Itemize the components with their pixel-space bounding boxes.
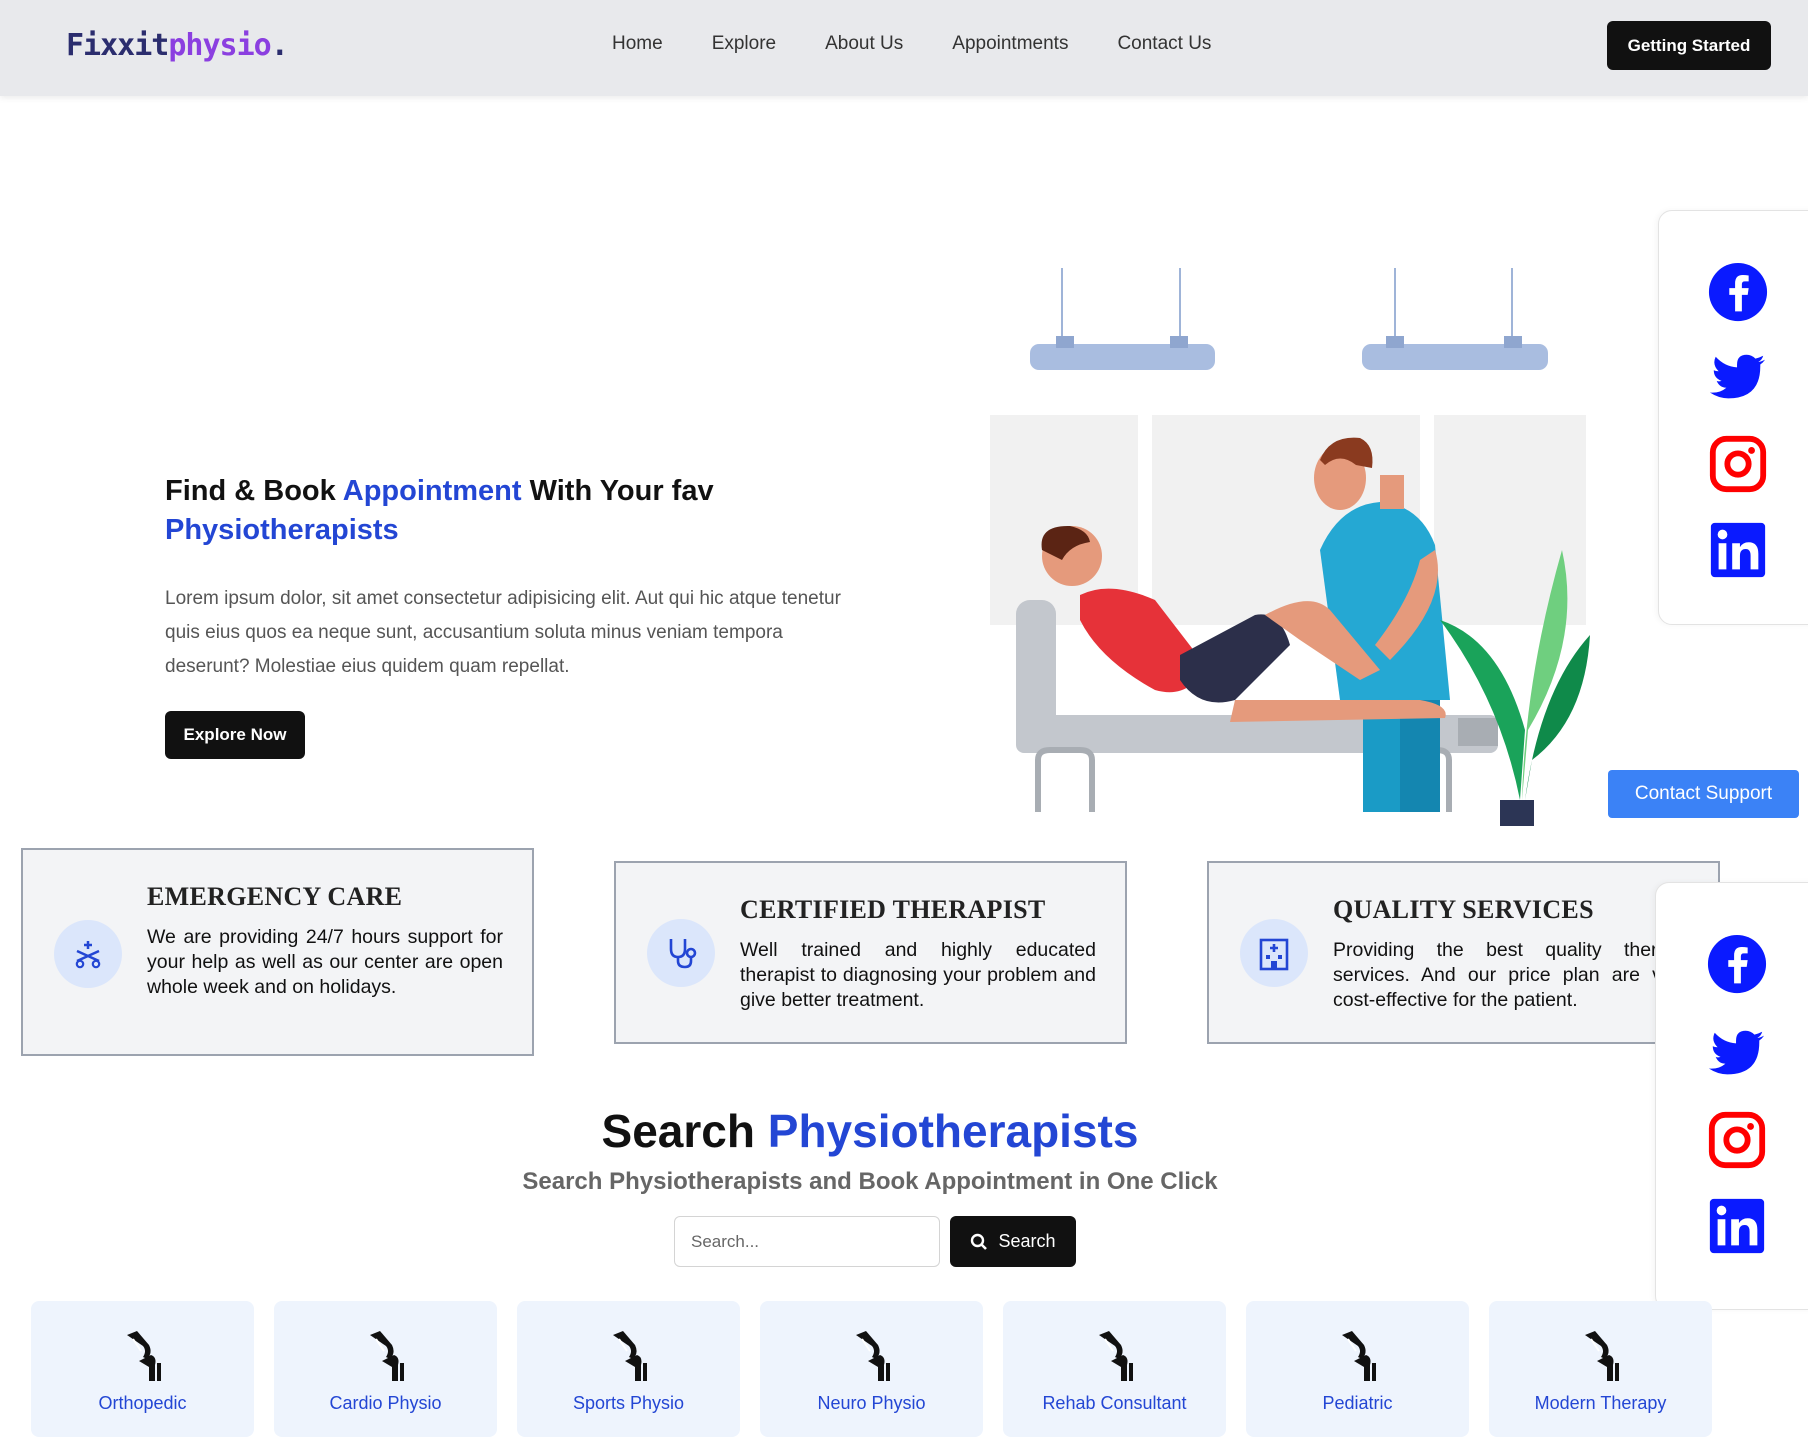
card-text: We are providing 24/7 hours support for … (147, 926, 503, 998)
logo-part-1: Fixxit (66, 28, 169, 63)
search-button-label: Search (998, 1231, 1056, 1251)
main-nav: Home Explore About Us Appointments Conta… (612, 33, 1260, 55)
category-modern-therapy[interactable]: Modern Therapy (1489, 1301, 1712, 1437)
twitter-icon[interactable] (1707, 347, 1769, 409)
category-label: Modern Therapy (1534, 1393, 1667, 1413)
feature-card-therapist: CERTIFIED THERAPIST Well trained and hig… (614, 861, 1127, 1044)
knee-joint-icon (1585, 1331, 1619, 1381)
linkedin-icon[interactable] (1706, 1195, 1768, 1257)
logo[interactable]: Fixxitphysio. (66, 28, 289, 63)
ambulance-icon (54, 920, 122, 988)
nav-home[interactable]: Home (612, 33, 663, 55)
facebook-icon[interactable] (1707, 261, 1769, 323)
knee-joint-icon (370, 1331, 404, 1381)
category-neuro-physio[interactable]: Neuro Physio (760, 1301, 983, 1437)
hero-title-part-2: With Your fav (521, 475, 714, 507)
hero-title-highlight-2: Physiotherapists (165, 514, 399, 546)
explore-now-button[interactable]: Explore Now (165, 711, 305, 759)
category-rehab-consultant[interactable]: Rehab Consultant (1003, 1301, 1226, 1437)
search-title: Search Physiotherapists (0, 1104, 1740, 1158)
category-label: Rehab Consultant (1042, 1393, 1187, 1413)
site-header: Fixxitphysio. Home Explore About Us Appo… (0, 0, 1808, 96)
logo-part-3: . (270, 28, 289, 63)
nav-explore[interactable]: Explore (712, 33, 776, 55)
social-sidebar-duplicate (1655, 882, 1808, 1310)
category-pediatric[interactable]: Pediatric (1246, 1301, 1469, 1437)
physiotherapy-illustration (990, 268, 1590, 826)
category-cardio-physio[interactable]: Cardio Physio (274, 1301, 497, 1437)
category-label: Neuro Physio (817, 1393, 926, 1413)
category-list: Orthopedic Cardio Physio Sports Physio N… (31, 1301, 1712, 1437)
instagram-icon[interactable] (1707, 433, 1769, 495)
linkedin-icon[interactable] (1707, 519, 1769, 581)
knee-joint-icon (856, 1331, 890, 1381)
card-text: Well trained and highly educated therapi… (740, 939, 1096, 1011)
card-title: CERTIFIED THERAPIST (740, 895, 1046, 924)
hero-title-part-1: Find & Book (165, 475, 343, 507)
search-title-highlight: Physiotherapists (767, 1105, 1139, 1157)
knee-joint-icon (127, 1331, 161, 1381)
stethoscope-icon (647, 919, 715, 987)
card-title: EMERGENCY CARE (147, 882, 403, 911)
contact-support-button[interactable]: Contact Support (1608, 770, 1799, 818)
search-icon (971, 1233, 988, 1250)
nav-contact-us[interactable]: Contact Us (1117, 33, 1211, 55)
category-label: Cardio Physio (329, 1393, 442, 1413)
search-input[interactable] (674, 1216, 940, 1267)
hospital-icon (1240, 919, 1308, 987)
knee-joint-icon (1342, 1331, 1376, 1381)
search-subtitle: Search Physiotherapists and Book Appoint… (522, 1168, 1218, 1195)
social-sidebar (1658, 210, 1808, 625)
nav-appointments[interactable]: Appointments (952, 33, 1068, 55)
feature-card-quality: QUALITY SERVICES Providing the best qual… (1207, 861, 1720, 1044)
nav-about-us[interactable]: About Us (825, 33, 903, 55)
knee-joint-icon (1099, 1331, 1133, 1381)
feature-card-emergency: EMERGENCY CARE We are providing 24/7 hou… (21, 848, 534, 1056)
logo-part-2: physio (168, 28, 271, 63)
getting-started-button[interactable]: Getting Started (1607, 21, 1771, 70)
facebook-icon[interactable] (1706, 933, 1768, 995)
hero-title-highlight-1: Appointment (342, 475, 522, 507)
search-button[interactable]: Search (950, 1216, 1076, 1267)
knee-joint-icon (613, 1331, 647, 1381)
card-title: QUALITY SERVICES (1333, 895, 1594, 924)
search-title-part-1: Search (601, 1105, 768, 1157)
category-label: Pediatric (1322, 1393, 1393, 1413)
category-label: Sports Physio (572, 1393, 685, 1413)
category-orthopedic[interactable]: Orthopedic (31, 1301, 254, 1437)
category-sports-physio[interactable]: Sports Physio (517, 1301, 740, 1437)
twitter-icon[interactable] (1706, 1023, 1768, 1085)
hero-title: Find & Book Appointment With Your fav Ph… (165, 472, 785, 550)
hero-description: Lorem ipsum dolor, sit amet consectetur … (165, 588, 841, 677)
category-label: Orthopedic (98, 1393, 187, 1413)
card-text: Providing the best quality therapy servi… (1333, 939, 1689, 1011)
